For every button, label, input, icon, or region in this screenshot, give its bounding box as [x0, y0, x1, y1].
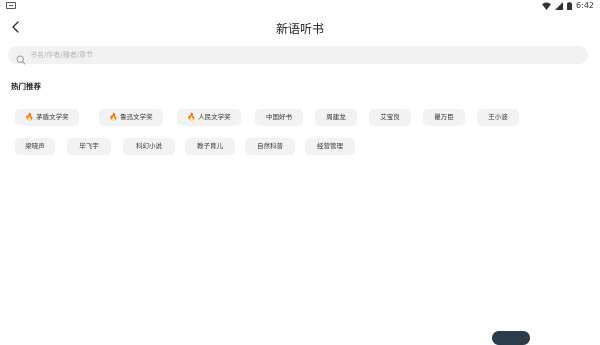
fire-icon: 🔥: [109, 113, 119, 121]
app-bar: 新语听书: [0, 14, 600, 42]
fire-icon: 🔥: [25, 113, 35, 121]
page-title: 新语听书: [275, 22, 324, 36]
chip-maodun[interactable]: 🔥 茅盾文学奖: [15, 109, 79, 126]
hot-section-title: 热门推荐: [11, 82, 41, 91]
search-bar[interactable]: [8, 46, 588, 65]
chip-kehuan[interactable]: 科幻小说: [123, 138, 175, 155]
wifi-icon: [542, 2, 552, 10]
chip-jiaoziyuer[interactable]: 教子育儿: [185, 138, 235, 155]
battery-icon: [567, 2, 573, 10]
chip-quwanchen[interactable]: 瞿万臣: [423, 109, 465, 126]
chip-zhoujianlong[interactable]: 周建龙: [315, 109, 357, 126]
chip-zhongguohaoshu[interactable]: 中国好书: [255, 109, 303, 126]
search-input[interactable]: [30, 46, 570, 64]
status-bar: 6:42: [0, 0, 600, 12]
chip-bifeiyu[interactable]: 毕飞宇: [67, 138, 111, 155]
clock-time: 6:42: [576, 1, 594, 10]
chip-wangxiaobo[interactable]: 王小波: [477, 109, 519, 126]
chip-luxun[interactable]: 🔥 鲁迅文学奖: [99, 109, 163, 126]
chip-liangxiaosheng[interactable]: 梁晓声: [15, 138, 55, 155]
chip-row-1: 🔥 茅盾文学奖 🔥 鲁迅文学奖 🔥 人民文学奖 中国好书 周建龙 艾宝良 瞿万臣 王小…: [15, 109, 585, 126]
search-icon: [16, 50, 26, 65]
chip-jingyingguanli[interactable]: 经营管理: [305, 138, 355, 155]
chip-aibaoliang[interactable]: 艾宝良: [369, 109, 411, 126]
cellular-icon: [555, 2, 564, 10]
floating-player-button[interactable]: [492, 331, 530, 345]
hot-chips: 🔥 茅盾文学奖 🔥 鲁迅文学奖 🔥 人民文学奖 中国好书 周建龙 艾宝良 瞿万臣 王小…: [15, 109, 585, 167]
chip-ziranlepu[interactable]: 自然科普: [245, 138, 295, 155]
chip-row-2: 梁晓声 毕飞宇 科幻小说 教子育儿 自然科普 经营管理: [15, 138, 585, 155]
chip-renmin[interactable]: 🔥 人民文学奖: [177, 109, 241, 126]
sd-card-icon: [6, 2, 16, 9]
fire-icon: 🔥: [187, 113, 197, 121]
